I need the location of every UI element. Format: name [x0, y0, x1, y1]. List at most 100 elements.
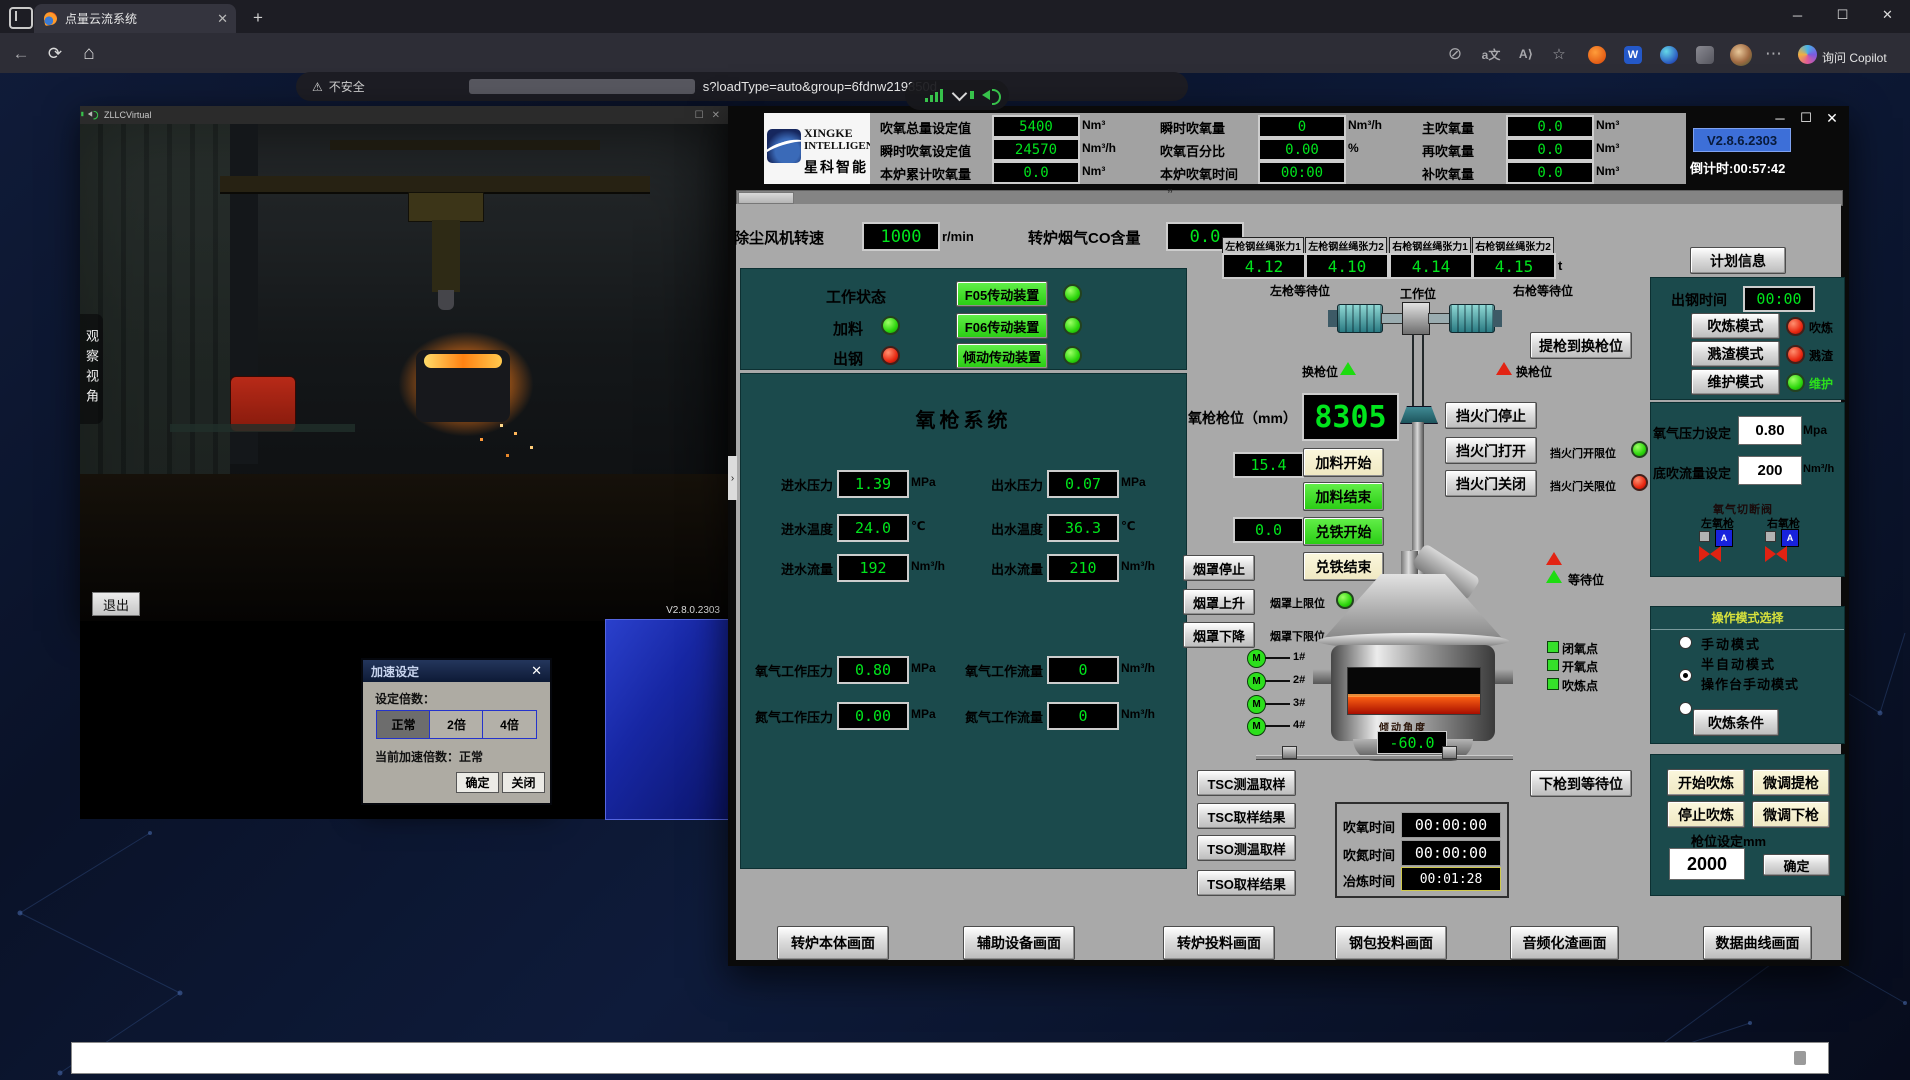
blow-condition-button[interactable]: 吹炼条件 [1693, 709, 1779, 736]
hood-down-button[interactable]: 烟罩下降 [1183, 622, 1255, 648]
hmi-close-icon[interactable]: ✕ [1820, 108, 1844, 128]
tsc-measure-button[interactable]: TSC测温取样 [1197, 770, 1296, 796]
hmi-minimize-icon[interactable]: ─ [1768, 108, 1792, 128]
blow-mode-button[interactable]: 吹炼模式 [1691, 313, 1780, 339]
o2-pressure-input[interactable]: 0.80 [1738, 416, 1802, 445]
tilt-drive-button[interactable]: 倾动传动装置 [956, 343, 1048, 369]
translate-icon[interactable]: a文 [1479, 44, 1503, 64]
blow-control-panel: 开始吹炼 微调提枪 停止吹炼 微调下枪 枪位设定mm 2000 确定 [1650, 754, 1845, 896]
bottom-flow-input[interactable]: 200 [1738, 456, 1802, 485]
avatar[interactable] [1730, 44, 1752, 66]
vessel-trunnion-left [1313, 669, 1333, 684]
vessel-trunnion-right [1493, 669, 1513, 684]
viewer-viewport[interactable]: 观察视角 退出 V2.8.0.2303 [80, 124, 728, 621]
bottom-bar-grip-icon[interactable] [1794, 1051, 1806, 1065]
plan-info-button[interactable]: 计划信息 [1690, 247, 1786, 274]
nav-data-curve-button[interactable]: 数据曲线画面 [1703, 926, 1812, 960]
copilot-label[interactable]: 询问 Copilot [1822, 49, 1887, 66]
new-tab-icon[interactable]: + [246, 6, 270, 30]
manual-mode-label[interactable]: 手动模式 [1701, 634, 1761, 653]
refresh-icon[interactable]: ⟳ [42, 43, 68, 65]
fire-door-close-button[interactable]: 挡火门关闭 [1445, 470, 1537, 497]
right-oxygen-valve-icon: A [1763, 529, 1807, 563]
hood-up-button[interactable]: 烟罩上升 [1183, 589, 1255, 615]
slag-mode-button[interactable]: 溅渣模式 [1691, 341, 1780, 367]
speed-option-2x[interactable]: 2倍 [429, 710, 484, 739]
speed-option-normal[interactable]: 正常 [376, 710, 431, 739]
window-minimize-icon[interactable]: ─ [1775, 0, 1820, 30]
viewer-close-icon[interactable]: ✕ [712, 110, 720, 121]
blow-mode-led [1786, 317, 1805, 336]
extension-icon-gray[interactable] [1696, 46, 1714, 64]
manual-mode-radio[interactable] [1679, 636, 1692, 649]
trim-lower-button[interactable]: 微调下枪 [1752, 801, 1830, 828]
iron-start-button[interactable]: 兑铁开始 [1303, 517, 1384, 546]
nav-ladle-feed-button[interactable]: 钢包投料画面 [1335, 926, 1447, 960]
legend-label: 闭氧点 [1562, 640, 1598, 657]
console-manual-mode-label[interactable]: 操作台手动模式 [1701, 674, 1799, 693]
signal-bars-icon[interactable] [925, 88, 943, 102]
speed-dialog-title-bar[interactable]: 加速设定 ✕ [363, 660, 550, 682]
viewer-window: ZLLCVirtual ☐ ✕ 观察视角 退出 V2.8.0.2303 [80, 106, 728, 621]
speed-dialog-ok-button[interactable]: 确定 [456, 772, 499, 793]
view-angle-tab[interactable]: 观察视角 [80, 314, 103, 424]
f05-drive-button[interactable]: F05传动装置 [956, 281, 1048, 307]
window-close-icon[interactable]: ✕ [1865, 0, 1910, 30]
hdr-label: 本炉累计吹氧量 [880, 164, 971, 183]
speed-dialog-title: 加速设定 [371, 663, 419, 680]
more-menu-icon[interactable]: ⋯ [1762, 43, 1786, 65]
extension-icon-w[interactable]: W [1624, 46, 1642, 64]
tracking-prevention-icon[interactable]: ⊘ [1444, 44, 1466, 64]
lower-to-wait-button[interactable]: 下枪到等待位 [1530, 770, 1632, 797]
side-expand-tab[interactable]: › [728, 456, 737, 500]
speed-option-4x[interactable]: 4倍 [482, 710, 537, 739]
hmi-maximize-icon[interactable]: ☐ [1794, 108, 1818, 128]
viewer-title-bar[interactable]: ZLLCVirtual ☐ ✕ [80, 106, 728, 124]
co-content-label: 转炉烟气CO含量 [1028, 227, 1141, 248]
scrollbar-thumb[interactable] [738, 192, 794, 204]
stop-blow-button[interactable]: 停止吹炼 [1667, 801, 1745, 828]
viewer-maximize-icon[interactable]: ☐ [695, 110, 704, 121]
nav-converter-feed-button[interactable]: 转炉投料画面 [1163, 926, 1275, 960]
tab-close-icon[interactable]: ✕ [217, 11, 228, 27]
maintenance-mode-button[interactable]: 维护模式 [1691, 369, 1780, 395]
reading-value: 0.80 [837, 656, 909, 684]
chevron-down-icon[interactable] [951, 85, 967, 101]
home-icon[interactable]: ⌂ [76, 42, 102, 66]
console-manual-mode-radio[interactable] [1679, 702, 1692, 715]
start-blow-button[interactable]: 开始吹炼 [1667, 769, 1745, 796]
nav-auxiliary-button[interactable]: 辅助设备画面 [963, 926, 1075, 960]
tsc-result-button[interactable]: TSC取样结果 [1197, 803, 1296, 829]
fire-door-stop-button[interactable]: 挡火门停止 [1445, 402, 1537, 429]
speaker-icon[interactable] [982, 90, 990, 100]
speed-dialog-close-button[interactable]: 关闭 [502, 772, 545, 793]
fire-door-open-button[interactable]: 挡火门打开 [1445, 437, 1537, 464]
setpoint-panel: 氧气压力设定 0.80 Mpa 底吹流量设定 200 Nm³/h 氧气切断阀 左… [1650, 402, 1845, 577]
back-icon[interactable]: ← [8, 43, 34, 65]
speed-dialog-close-icon[interactable]: ✕ [531, 663, 542, 679]
nav-converter-body-button[interactable]: 转炉本体画面 [777, 926, 889, 960]
tab-tile-icon[interactable] [9, 7, 33, 29]
extension-icon-orb[interactable] [1660, 46, 1678, 64]
lance-setpoint-confirm-button[interactable]: 确定 [1763, 854, 1830, 876]
read-aloud-icon[interactable]: A⟩ [1514, 44, 1538, 64]
reading-value: 0.00 [837, 702, 909, 730]
semi-auto-mode-radio[interactable] [1679, 669, 1692, 682]
viewer-exit-button[interactable]: 退出 [92, 592, 140, 616]
tso-result-button[interactable]: TSO取样结果 [1197, 870, 1296, 896]
hood-stop-button[interactable]: 烟罩停止 [1183, 555, 1255, 581]
lance-setpoint-input[interactable]: 2000 [1669, 848, 1745, 880]
extension-icon-orange[interactable] [1588, 46, 1606, 64]
copilot-icon[interactable] [1798, 45, 1817, 64]
trim-raise-button[interactable]: 微调提枪 [1752, 769, 1830, 796]
raise-to-change-button[interactable]: 提枪到换枪位 [1530, 332, 1632, 359]
tso-measure-button[interactable]: TSO测温取样 [1197, 835, 1296, 861]
semi-auto-mode-label[interactable]: 半自动模式 [1701, 654, 1776, 673]
browser-tab[interactable]: 点量云流系统 ✕ [34, 4, 236, 33]
feed-start-button[interactable]: 加料开始 [1303, 448, 1384, 477]
f06-drive-button[interactable]: F06传动装置 [956, 313, 1048, 339]
window-maximize-icon[interactable]: ☐ [1820, 0, 1865, 30]
nav-audio-slag-button[interactable]: 音频化渣画面 [1510, 926, 1619, 960]
feed-end-button[interactable]: 加料结束 [1303, 482, 1384, 511]
favorites-star-icon[interactable]: ☆ [1548, 43, 1570, 65]
